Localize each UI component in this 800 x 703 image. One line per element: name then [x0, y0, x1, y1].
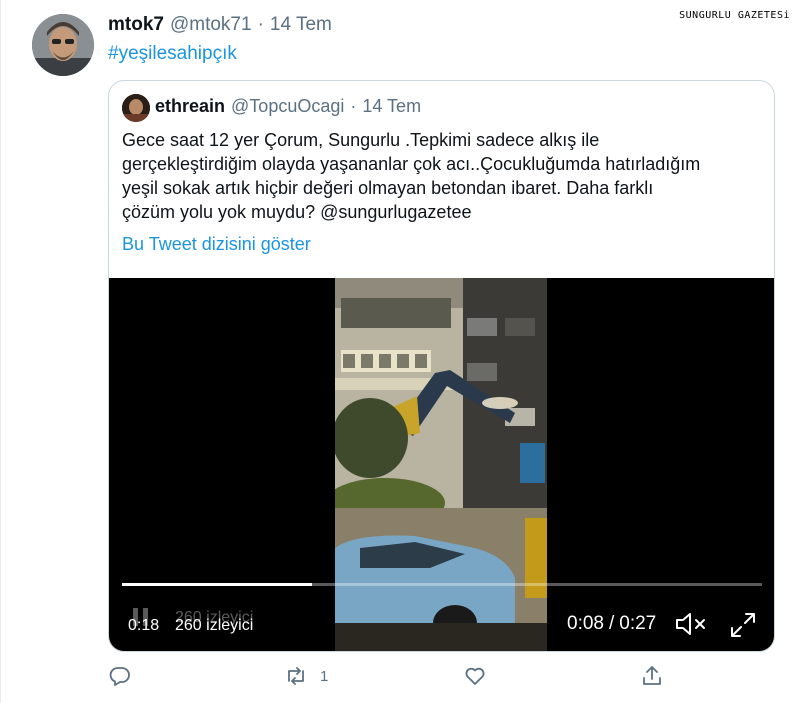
video-duration: 0:27 — [619, 613, 657, 634]
quoted-user-avatar[interactable] — [122, 94, 150, 122]
text-line: çözüm yolu yok muydu? @sungurlugazetee — [122, 202, 472, 222]
separator-dot: · — [350, 96, 357, 116]
heart-icon — [465, 667, 485, 685]
video-progress-bar[interactable] — [122, 583, 762, 586]
share-button[interactable] — [640, 664, 664, 688]
tweet[interactable]: mtok7 @mtok71 · 14 Tem #yeşilesahipçık e… — [0, 0, 800, 703]
video-player[interactable]: 260 izleyici 0:18 260 izleyici 0:08 / 0:… — [109, 278, 774, 651]
video-elapsed: 0:08 — [567, 613, 604, 634]
share-icon — [643, 666, 661, 685]
tweet-actions: 1 — [108, 664, 668, 694]
video-frame — [335, 278, 547, 651]
reply-icon — [109, 667, 130, 686]
video-time-separator: / — [608, 613, 615, 634]
quoted-tweet-header: ethreain @TopcuOcagi · 14 Tem — [155, 96, 421, 117]
text-line: Gece saat 12 yer Çorum, Sungurlu .Tepkim… — [122, 130, 600, 150]
text-line: yeşil sokak artık hiçbir değeri olmayan … — [122, 178, 654, 198]
show-thread-link[interactable]: Bu Tweet dizisini göster — [122, 234, 311, 255]
avatar-photo-icon — [122, 94, 150, 122]
tweet-date[interactable]: 14 Tem — [270, 14, 332, 36]
video-views: 260 izleyici — [175, 617, 254, 634]
fullscreen-icon[interactable] — [729, 611, 757, 639]
retweet-icon — [288, 667, 304, 685]
quoted-handle[interactable]: @TopcuOcagi — [231, 96, 344, 117]
video-current-time: 0:18 — [128, 617, 160, 634]
video-time-display: 0:08 / 0:27 — [567, 613, 656, 635]
like-button[interactable] — [463, 664, 487, 688]
author-display-name[interactable]: mtok7 — [108, 14, 164, 36]
text-line: gerçekleştirdiğim olayda yaşananlar çok … — [122, 154, 701, 174]
video-still-image — [335, 278, 547, 651]
quoted-tweet-text: Gece saat 12 yer Çorum, Sungurlu .Tepkim… — [122, 128, 762, 224]
retweet-count: 1 — [320, 667, 329, 685]
reply-button[interactable] — [108, 664, 132, 688]
video-progress-fill — [122, 583, 313, 586]
separator-dot: · — [257, 14, 264, 35]
author-handle[interactable]: @mtok71 — [170, 14, 252, 36]
retweet-button[interactable]: 1 — [284, 664, 328, 688]
quoted-tweet[interactable]: ethreain @TopcuOcagi · 14 Tem Gece saat … — [108, 80, 775, 652]
avatar-photo-icon — [32, 14, 94, 76]
mute-icon[interactable] — [674, 610, 708, 638]
hashtag-link[interactable]: #yeşilesahipçık — [108, 43, 237, 65]
quoted-display-name[interactable]: ethreain — [155, 96, 225, 117]
user-avatar[interactable] — [32, 14, 94, 76]
quoted-date[interactable]: 14 Tem — [362, 96, 421, 117]
tweet-header: mtok7 @mtok71 · 14 Tem — [108, 14, 332, 36]
